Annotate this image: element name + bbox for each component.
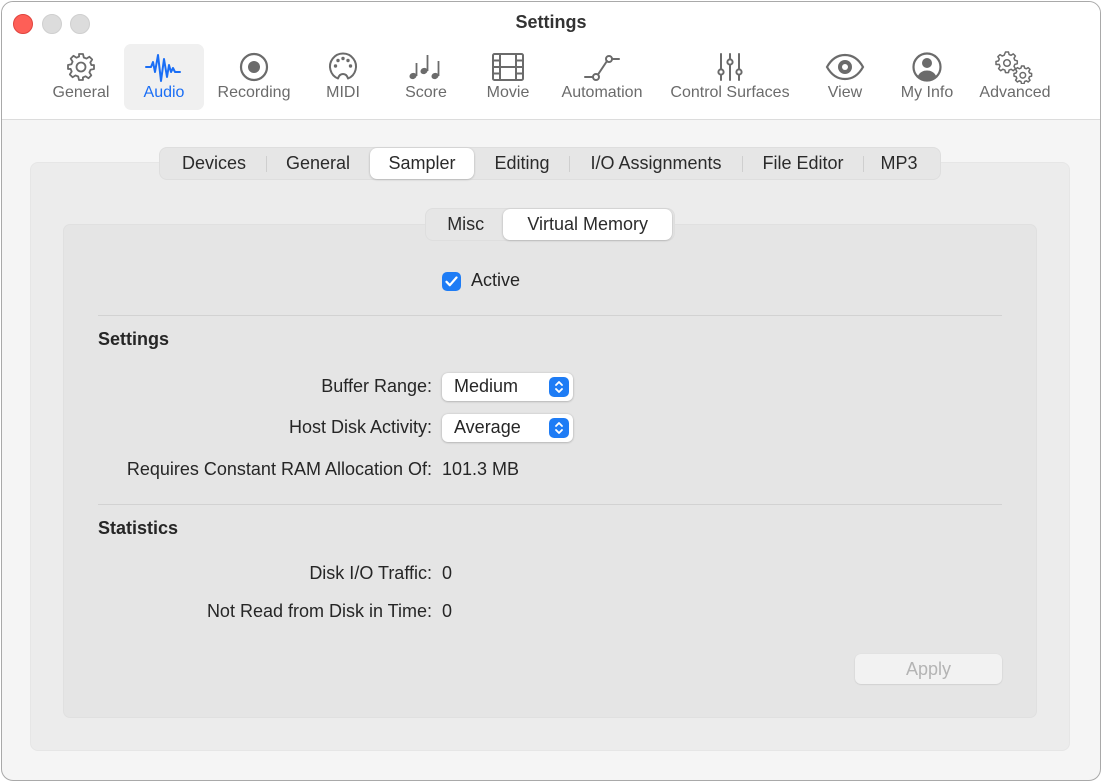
- tab-file-editor[interactable]: File Editor: [743, 148, 863, 179]
- window-title: Settings: [515, 12, 587, 32]
- toolbar-item-general[interactable]: General: [44, 44, 118, 110]
- chevron-up-down-icon: [549, 377, 569, 397]
- toolbar-label: Movie: [486, 84, 530, 101]
- film-icon: [478, 50, 538, 84]
- toolbar-label: Advanced: [979, 84, 1051, 101]
- toolbar-item-my-info[interactable]: My Info: [892, 44, 962, 110]
- toolbar-item-advanced[interactable]: Advanced: [972, 44, 1058, 110]
- person-circle-icon: [892, 50, 962, 84]
- buffer-range-label: Buffer Range:: [321, 376, 432, 396]
- toolbar-item-view[interactable]: View: [816, 44, 874, 110]
- chevron-up-down-icon: [549, 418, 569, 438]
- toolbar-label: View: [827, 84, 863, 101]
- toolbar-label: Recording: [217, 84, 291, 101]
- toolbar-item-control-surfaces[interactable]: Control Surfaces: [662, 44, 798, 110]
- midi-connector-icon: [314, 50, 372, 84]
- toolbar-label: Audio: [143, 84, 185, 101]
- gears-icon: [972, 50, 1058, 84]
- toolbar-label: Control Surfaces: [670, 84, 790, 101]
- subtab-virtual-memory[interactable]: Virtual Memory: [503, 209, 672, 240]
- settings-section-title: Settings: [98, 329, 170, 349]
- toolbar-item-movie[interactable]: Movie: [478, 44, 538, 110]
- toolbar-label: MIDI: [326, 84, 360, 101]
- ram-allocation-value: 101.3 MB: [442, 459, 520, 479]
- tab-devices[interactable]: Devices: [162, 148, 266, 179]
- not-read-in-time-label: Not Read from Disk in Time:: [206, 601, 432, 621]
- statistics-section-title: Statistics: [98, 518, 179, 538]
- host-disk-activity-value: Average: [454, 417, 521, 437]
- tab-io-assignments[interactable]: I/O Assignments: [570, 148, 742, 179]
- toolbar-item-audio[interactable]: Audio: [124, 44, 204, 110]
- checkmark-icon: [445, 276, 458, 287]
- toolbar-label: Automation: [561, 84, 643, 101]
- toolbar-label: Score: [405, 84, 447, 101]
- disk-io-traffic-label: Disk I/O Traffic:: [309, 563, 432, 583]
- record-icon: [210, 50, 298, 84]
- waveform-icon: [124, 50, 204, 84]
- gear-icon: [44, 50, 118, 84]
- audio-tabs: Devices General Sampler Editing I/O Assi…: [159, 147, 941, 180]
- tab-editing[interactable]: Editing: [475, 148, 569, 179]
- divider: [98, 504, 1002, 505]
- sliders-icon: [662, 50, 798, 84]
- buffer-range-select[interactable]: Medium: [442, 373, 573, 401]
- active-checkbox[interactable]: [442, 272, 461, 291]
- toolbar-label: My Info: [900, 84, 954, 101]
- toolbar-item-midi[interactable]: MIDI: [314, 44, 372, 110]
- not-read-in-time-value: 0: [442, 601, 453, 621]
- subtab-misc[interactable]: Misc: [428, 209, 503, 240]
- apply-button[interactable]: Apply: [855, 654, 1002, 684]
- settings-toolbar: General Audio Recording MIDI Score Movie…: [2, 44, 1100, 110]
- toolbar-label: General: [52, 84, 110, 101]
- active-label: Active: [471, 270, 521, 290]
- disk-io-traffic-value: 0: [442, 563, 453, 583]
- tab-mp3[interactable]: MP3: [864, 148, 934, 179]
- toolbar-item-score[interactable]: Score: [396, 44, 456, 110]
- tab-general[interactable]: General: [267, 148, 369, 179]
- divider: [98, 315, 1002, 316]
- sampler-subtabs: Misc Virtual Memory: [425, 208, 675, 241]
- eye-icon: [816, 50, 874, 84]
- toolbar-item-automation[interactable]: Automation: [554, 44, 650, 110]
- host-disk-activity-select[interactable]: Average: [442, 414, 573, 442]
- music-notes-icon: [396, 50, 456, 84]
- tab-sampler[interactable]: Sampler: [370, 148, 474, 179]
- automation-curve-icon: [554, 50, 650, 84]
- ram-allocation-label: Requires Constant RAM Allocation Of:: [126, 459, 432, 479]
- buffer-range-value: Medium: [454, 376, 519, 396]
- host-disk-activity-label: Host Disk Activity:: [288, 417, 432, 437]
- title-bar: Settings General Audio Recording MIDI Sc…: [2, 2, 1100, 120]
- toolbar-item-recording[interactable]: Recording: [210, 44, 298, 110]
